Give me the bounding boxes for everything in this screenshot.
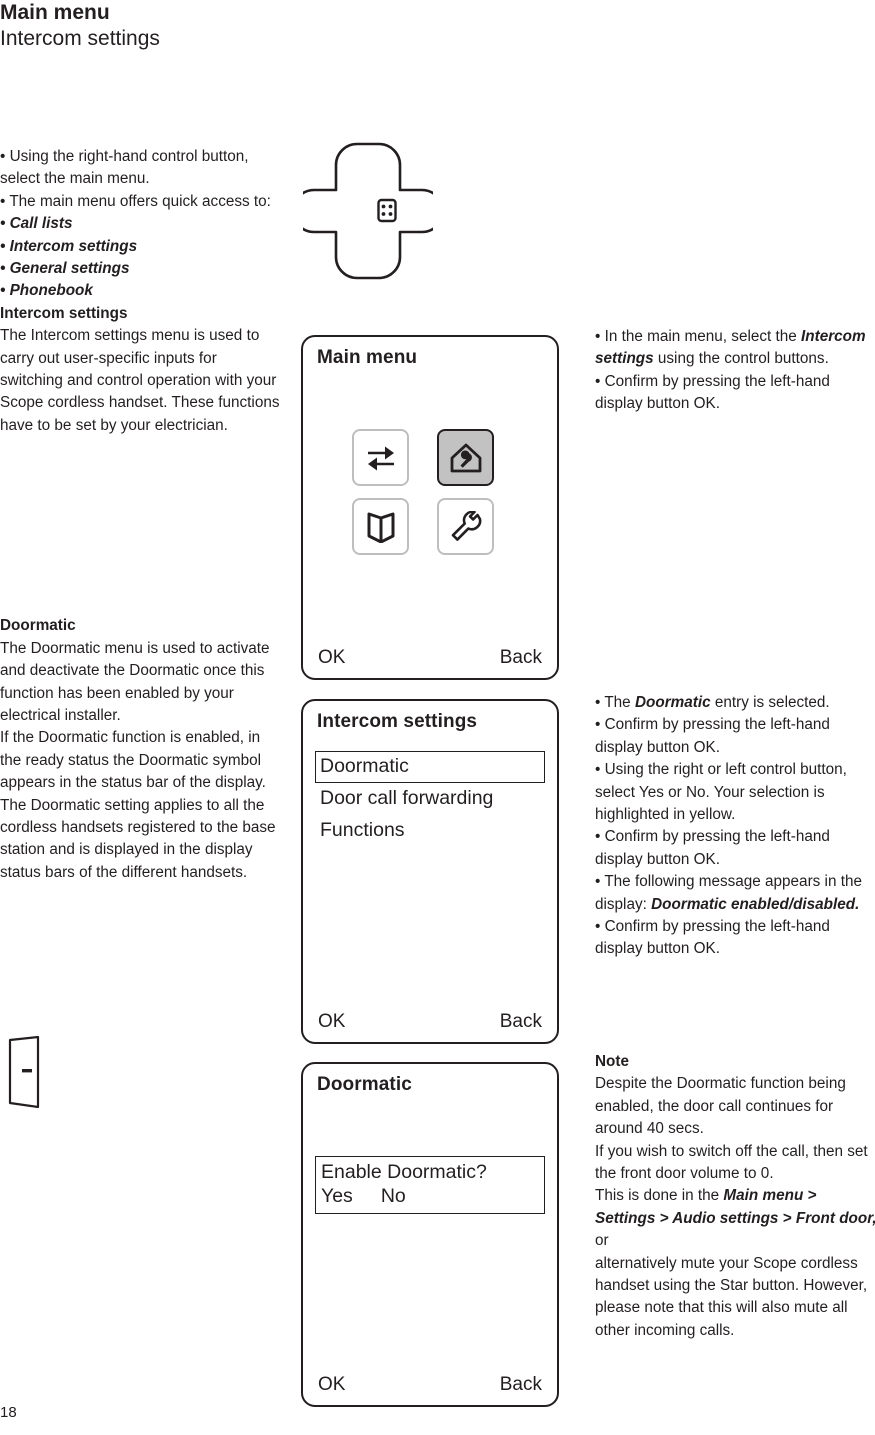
handset-screen-intercom-settings: Intercom settings Doormatic Door call fo… [301, 699, 559, 1044]
right-b2-line1: • The Doormatic entry is selected. [595, 692, 875, 714]
right-b2-line1-b: Doormatic [634, 694, 711, 711]
softkey-back[interactable]: Back [500, 647, 542, 669]
call-lists-icon [367, 446, 394, 470]
softkeys-main-menu: OK Back [303, 643, 557, 669]
right-b2-line3: • Using the right or left control button… [595, 761, 847, 824]
screen-title-doormatic: Doormatic [317, 1074, 412, 1095]
softkey-ok[interactable]: OK [318, 647, 345, 669]
note-p3: This is done in the Main menu > Settings… [595, 1185, 875, 1252]
menu-item-functions[interactable]: Functions [315, 815, 545, 847]
doormatic-prompt-box: Enable Doormatic? Yes No [315, 1156, 545, 1214]
right-b2-line6: • Confirm by pressing the left-hand disp… [595, 918, 830, 958]
body-doormatic-1: The Doormatic menu is used to activate a… [0, 639, 270, 724]
handset-screen-doormatic: Doormatic Enable Doormatic? Yes No OK Bac… [301, 1062, 559, 1407]
option-yes[interactable]: Yes [321, 1184, 353, 1208]
screen-title-main-menu: Main menu [317, 347, 418, 368]
quick-access-general-settings: • General settings [0, 260, 130, 278]
main-menu-icon-grid [352, 429, 518, 567]
note-p3-a: This is done in the [595, 1187, 724, 1205]
intercom-settings-house-wrench-icon [450, 443, 481, 472]
quick-access-call-lists: • Call lists [0, 215, 73, 233]
right-b1-line2: • Confirm by pressing the left-hand disp… [595, 372, 830, 413]
doormatic-prompt-options: Yes No [321, 1184, 539, 1208]
menu-grid-icon [377, 198, 397, 223]
phonebook-icon [367, 512, 394, 543]
right-b2-line5: • The following message appears in the d… [595, 871, 875, 916]
doormatic-prompt-question: Enable Doormatic? [321, 1161, 487, 1183]
tile-intercom-settings[interactable] [437, 429, 494, 486]
screen-title-intercom-settings: Intercom settings [317, 711, 478, 732]
left-text-column: • Using the right-hand control button, s… [0, 146, 283, 884]
intro-bullet-2: • The main menu offers quick access to: [0, 192, 271, 210]
right-b1-line1: • In the main menu, select the Intercom … [595, 326, 875, 371]
tile-general-settings[interactable] [437, 498, 494, 555]
softkey-ok[interactable]: OK [318, 1011, 345, 1033]
page-header: Main menu Intercom settings [0, 0, 500, 52]
body-doormatic-2: If the Doormatic function is enabled, in… [0, 729, 266, 792]
right-b1-line1-a: • In the main menu, select the [595, 328, 802, 345]
handset-screen-main-menu: Main menu OK Back [301, 335, 559, 680]
control-button-dpad-illustration [303, 142, 433, 280]
right-b2-line5-b: Doormatic enabled/disabled. [651, 895, 860, 913]
right-b2-line2: • Confirm by pressing the left-hand disp… [595, 716, 830, 756]
option-no[interactable]: No [381, 1184, 406, 1208]
heading-doormatic: Doormatic [0, 617, 76, 635]
page-title: Main menu [0, 1, 110, 24]
page-number: 18 [0, 1404, 17, 1421]
right-b1-line1-c: using the control buttons. [653, 350, 829, 368]
quick-access-phonebook: • Phonebook [0, 282, 93, 300]
right-text-block-doormatic: • The Doormatic entry is selected. • Con… [595, 692, 875, 961]
note-p4: alternatively mute your Scope cordless h… [595, 1254, 868, 1339]
intercom-settings-menu-list: Doormatic Door call forwarding Functions [315, 751, 545, 847]
tile-phonebook[interactable] [352, 498, 409, 555]
note-p1: Despite the Doormatic function being ena… [595, 1075, 846, 1138]
note-heading: Note [595, 1053, 629, 1070]
softkey-ok[interactable]: OK [318, 1374, 345, 1396]
intro-bullet-1: • Using the right-hand control button, s… [0, 148, 249, 188]
softkey-back[interactable]: Back [500, 1374, 542, 1396]
right-b2-line1-c: entry is selected. [710, 694, 830, 711]
right-text-block-main-menu: • In the main menu, select the Intercom … [595, 326, 875, 416]
softkeys-intercom-settings: OK Back [303, 1007, 557, 1033]
general-settings-wrench-icon [451, 510, 481, 541]
softkey-back[interactable]: Back [500, 1011, 542, 1033]
right-b2-line4: • Confirm by pressing the left-hand disp… [595, 828, 830, 868]
note-p3-c: or [595, 1232, 609, 1250]
tile-call-lists[interactable] [352, 429, 409, 486]
right-text-block-note: Note Despite the Doormatic function bein… [595, 1051, 875, 1342]
body-intercom-settings: The Intercom settings menu is used to ca… [0, 327, 280, 434]
quick-access-intercom-settings: • Intercom settings [0, 237, 138, 255]
heading-intercom-settings: Intercom settings [0, 304, 128, 322]
menu-item-door-call-forwarding[interactable]: Door call forwarding [315, 783, 545, 815]
body-doormatic-3: The Doormatic setting applies to all the… [0, 796, 276, 881]
note-p2: If you wish to switch off the call, then… [595, 1142, 868, 1183]
page-subtitle: Intercom settings [0, 27, 160, 50]
menu-item-doormatic[interactable]: Doormatic [315, 751, 545, 783]
doormatic-door-icon [8, 1036, 40, 1108]
softkeys-doormatic: OK Back [303, 1370, 557, 1396]
right-b2-line1-a: • The [595, 694, 635, 711]
